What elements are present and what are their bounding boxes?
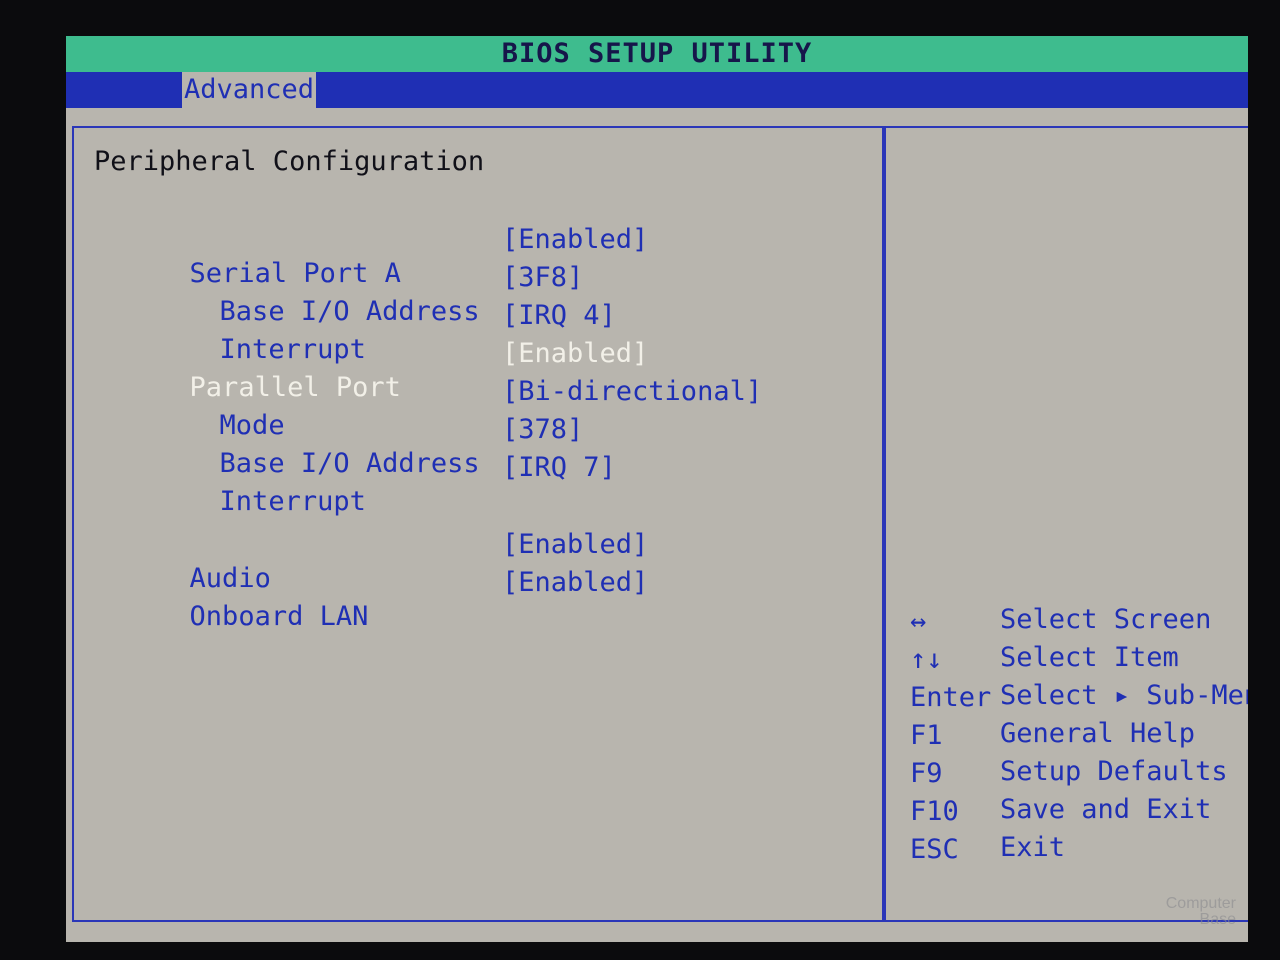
help-desc: Setup Defaults (1000, 756, 1228, 787)
setting-value-serial-port-a[interactable]: [Enabled] (502, 224, 648, 256)
help-desc: Select ▸ Sub-Menu (1000, 680, 1248, 711)
setting-value-parallel-base-io[interactable]: [378] (502, 414, 583, 446)
setting-value-audio[interactable]: [Enabled] (502, 529, 648, 561)
menu-bar: Advanced (66, 72, 1248, 108)
bios-screen: BIOS SETUP UTILITY Advanced Peripheral C… (66, 36, 1248, 942)
setting-row-onboard-lan[interactable]: Onboard LAN (92, 569, 369, 665)
help-desc: General Help (1000, 718, 1196, 749)
help-key: F1 (910, 720, 943, 751)
setting-value-serial-interrupt[interactable]: [IRQ 4] (502, 300, 616, 332)
setting-label: Onboard LAN (189, 601, 369, 632)
help-desc: Exit (1000, 832, 1066, 863)
watermark-line: Base (1199, 911, 1236, 928)
help-key: ESC (910, 834, 959, 865)
bios-title: BIOS SETUP UTILITY (501, 38, 813, 69)
setting-value-parallel-interrupt[interactable]: [IRQ 7] (502, 452, 616, 484)
help-panel: ↔ Select Screen ↑↓ Select Item Enter Sel… (884, 126, 1248, 922)
help-key: F10 (910, 796, 959, 827)
tab-advanced[interactable]: Advanced (182, 72, 317, 108)
title-bar: BIOS SETUP UTILITY (66, 36, 1248, 72)
help-desc: Save and Exit (1000, 794, 1212, 825)
setting-value-onboard-lan[interactable]: [Enabled] (502, 567, 648, 599)
help-desc: Select Item (1000, 642, 1179, 673)
settings-panel: Peripheral Configuration Serial Port A [… (72, 126, 884, 922)
up-down-arrow-icon: ↑↓ (910, 644, 943, 675)
watermark-logo: Computer Base (1166, 896, 1236, 928)
setting-value-parallel-mode[interactable]: [Bi-directional] (502, 376, 762, 408)
setting-label: Interrupt (219, 486, 366, 517)
help-key: F9 (910, 758, 943, 789)
help-desc: Select Screen (1000, 604, 1212, 635)
section-title: Peripheral Configuration (94, 146, 485, 177)
watermark-line: Computer (1165, 895, 1236, 912)
help-key: Enter (910, 682, 992, 713)
left-right-arrow-icon: ↔ (910, 606, 927, 637)
setting-value-serial-base-io[interactable]: [3F8] (502, 262, 583, 294)
setting-value-parallel-port[interactable]: [Enabled] (502, 338, 648, 370)
